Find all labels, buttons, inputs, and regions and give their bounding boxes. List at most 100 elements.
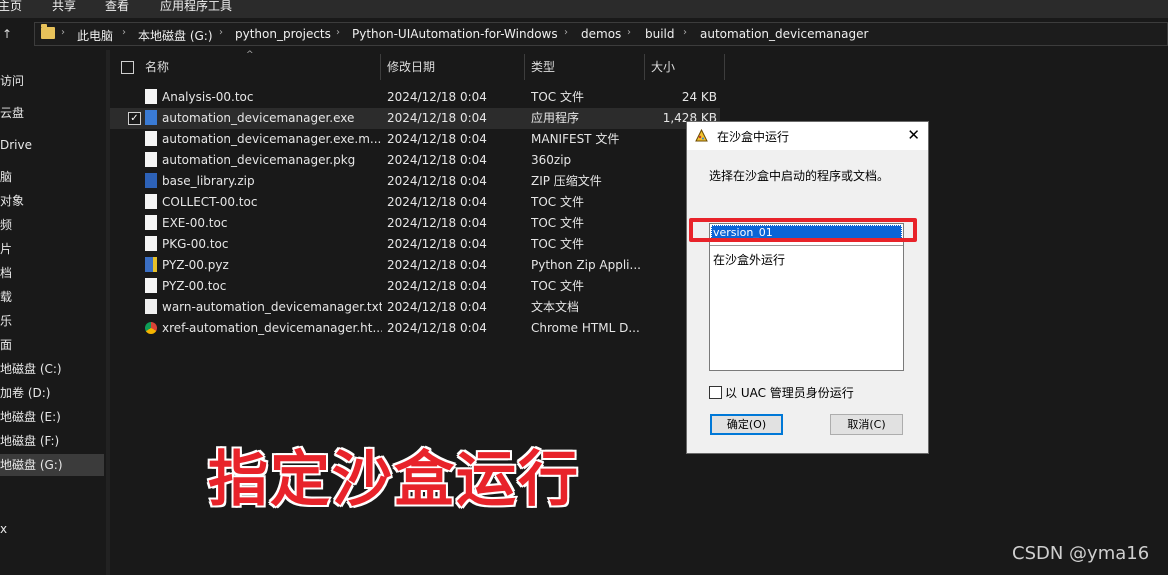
ribbon-tab-share[interactable]: 共享: [52, 0, 76, 14]
sidebar-item-drive-g[interactable]: 地磁盘 (G:): [0, 454, 104, 476]
sidebar-item-drive-e[interactable]: 地磁盘 (E:): [0, 406, 104, 428]
sidebar-item-pictures[interactable]: 片: [0, 238, 104, 260]
file-icon: [145, 152, 157, 167]
file-icon: [145, 236, 157, 251]
file-row[interactable]: ✓ automation_devicemanager.exe 2024/12/18 …: [110, 108, 720, 129]
sidebar-item-drive-d[interactable]: 加卷 (D:): [0, 382, 104, 404]
sidebar-item-videos[interactable]: 频: [0, 214, 104, 236]
file-date: 2024/12/18 0:04: [387, 258, 487, 272]
sidebar-item-network[interactable]: x: [0, 518, 104, 540]
uac-label[interactable]: 以 UAC 管理员身份运行: [725, 384, 854, 401]
select-all-checkbox[interactable]: [121, 61, 134, 74]
column-header-name[interactable]: 名称: [145, 54, 169, 80]
breadcrumb-repo[interactable]: Python-UIAutomation-for-Windows: [352, 27, 558, 41]
file-type: Python Zip Appli...: [531, 258, 641, 272]
close-icon[interactable]: ✕: [907, 126, 920, 144]
file-type: 文本文档: [531, 300, 580, 314]
pyz-icon: [145, 257, 157, 272]
file-date: 2024/12/18 0:04: [387, 300, 487, 314]
file-type: TOC 文件: [531, 90, 584, 104]
file-type: ZIP 压缩文件: [531, 174, 602, 188]
sidebar-item-desktop[interactable]: 面: [0, 334, 104, 356]
sidebar-item-cloud[interactable]: 云盘: [0, 102, 104, 124]
chevron-right-icon[interactable]: ›: [219, 27, 223, 38]
chevron-right-icon[interactable]: ›: [683, 27, 687, 38]
sidebar-item-drive-f[interactable]: 地磁盘 (F:): [0, 430, 104, 452]
file-date: 2024/12/18 0:04: [387, 111, 487, 125]
column-divider[interactable]: [644, 54, 645, 80]
sidebar-item-documents[interactable]: 档: [0, 262, 104, 284]
file-type: MANIFEST 文件: [531, 132, 620, 146]
ribbon-tab-home[interactable]: 主页: [0, 0, 22, 14]
sidebar-item-onedrive[interactable]: Drive: [0, 134, 104, 156]
file-name: base_library.zip: [162, 174, 255, 188]
sandbox-listbox[interactable]: version_01 在沙盒外运行: [709, 223, 904, 371]
uac-checkbox[interactable]: [709, 386, 722, 399]
breadcrumb-current-folder[interactable]: automation_devicemanager: [700, 27, 868, 41]
file-row[interactable]: xref-automation_devicemanager.ht... 2024/…: [110, 318, 720, 339]
file-row[interactable]: automation_devicemanager.pkg 2024/12/18 0…: [110, 150, 720, 171]
file-row[interactable]: COLLECT-00.toc 2024/12/18 0:04 TOC 文件: [110, 192, 720, 213]
file-date: 2024/12/18 0:04: [387, 174, 487, 188]
sidebar-item-music[interactable]: 乐: [0, 310, 104, 332]
sidebar-item-downloads[interactable]: 载: [0, 286, 104, 308]
breadcrumb-python-projects[interactable]: python_projects: [235, 27, 331, 41]
highlight-box: [689, 218, 917, 242]
chevron-right-icon[interactable]: ›: [627, 27, 631, 38]
file-size: 24 KB: [681, 90, 717, 104]
column-header-size[interactable]: 大小: [651, 54, 675, 80]
breadcrumb-build[interactable]: build: [645, 27, 675, 41]
ok-button[interactable]: 确定(O): [710, 414, 783, 435]
sidebar-item-quick-access[interactable]: 访问: [0, 70, 104, 92]
file-row[interactable]: warn-automation_devicemanager.txt 2024/12…: [110, 297, 720, 318]
column-divider[interactable]: [380, 54, 381, 80]
dialog-title: 在沙盒中运行: [717, 130, 790, 144]
cancel-button[interactable]: 取消(C): [830, 414, 903, 435]
file-date: 2024/12/18 0:04: [387, 153, 487, 167]
breadcrumb-drive-g[interactable]: 本地磁盘 (G:): [138, 27, 213, 44]
file-name: PYZ-00.toc: [162, 279, 227, 293]
chevron-right-icon[interactable]: ›: [122, 27, 126, 38]
chevron-right-icon[interactable]: ›: [61, 27, 65, 38]
row-checkbox[interactable]: ✓: [128, 112, 141, 125]
file-row[interactable]: base_library.zip2024/12/18 0:04ZIP 压缩文件7…: [110, 171, 720, 192]
overlay-caption: 指定沙盒运行: [207, 444, 580, 517]
file-row[interactable]: EXE-00.toc 2024/12/18 0:04 TOC 文件: [110, 213, 720, 234]
file-type: 360zip: [531, 153, 572, 167]
breadcrumb-this-pc[interactable]: 此电脑: [77, 27, 113, 44]
sidebar-item-3d-objects[interactable]: 对象: [0, 190, 104, 212]
file-name: PYZ-00.pyz: [162, 258, 229, 272]
file-name: Analysis-00.toc: [162, 90, 254, 104]
column-header-date[interactable]: 修改日期: [387, 54, 435, 80]
file-icon: [145, 89, 157, 104]
file-type: TOC 文件: [531, 195, 584, 209]
listbox-divider: [710, 245, 903, 246]
file-row[interactable]: PYZ-00.pyz 2024/12/18 0:04 Python Zip Appl…: [110, 255, 720, 276]
up-arrow-icon[interactable]: ↑: [2, 27, 12, 41]
file-date: 2024/12/18 0:04: [387, 90, 487, 104]
file-row[interactable]: automation_devicemanager.exe.m... 2024/12…: [110, 129, 720, 150]
sort-up-icon: ^: [246, 50, 254, 60]
file-name: automation_devicemanager.exe.m...: [162, 132, 382, 146]
file-row[interactable]: PYZ-00.toc 2024/12/18 0:04 TOC 文件: [110, 276, 720, 297]
column-header-type[interactable]: 类型: [531, 54, 555, 80]
sidebar-item-this-pc[interactable]: 脑: [0, 166, 104, 188]
ribbon-tab-view[interactable]: 查看: [105, 0, 129, 14]
navigation-pane: 访问 云盘 Drive 脑 对象 频 片 档 载 乐 面 地磁盘 (C:) 加卷…: [0, 50, 106, 575]
chevron-right-icon[interactable]: ›: [336, 27, 340, 38]
dialog-titlebar[interactable]: 在沙盒中运行 ✕: [687, 122, 928, 150]
chevron-right-icon[interactable]: ›: [564, 27, 568, 38]
ribbon-tab-app-tools[interactable]: 应用程序工具: [160, 0, 232, 14]
watermark: CSDN @yma16: [1012, 543, 1150, 564]
folder-icon: [41, 24, 55, 39]
column-divider[interactable]: [524, 54, 525, 80]
address-bar[interactable]: › 此电脑 › 本地磁盘 (G:) › python_projects › Py…: [34, 22, 1168, 46]
txt-icon: [145, 299, 157, 314]
column-divider[interactable]: [724, 54, 725, 80]
sandbox-option-run-outside[interactable]: 在沙盒外运行: [713, 251, 785, 268]
file-row[interactable]: PKG-00.toc 2024/12/18 0:04 TOC 文件: [110, 234, 720, 255]
file-date: 2024/12/18 0:04: [387, 279, 487, 293]
file-row[interactable]: Analysis-00.toc 2024/12/18 0:04 TOC 文件 24 K…: [110, 87, 720, 108]
breadcrumb-demos[interactable]: demos: [581, 27, 621, 41]
sidebar-item-drive-c[interactable]: 地磁盘 (C:): [0, 358, 104, 380]
